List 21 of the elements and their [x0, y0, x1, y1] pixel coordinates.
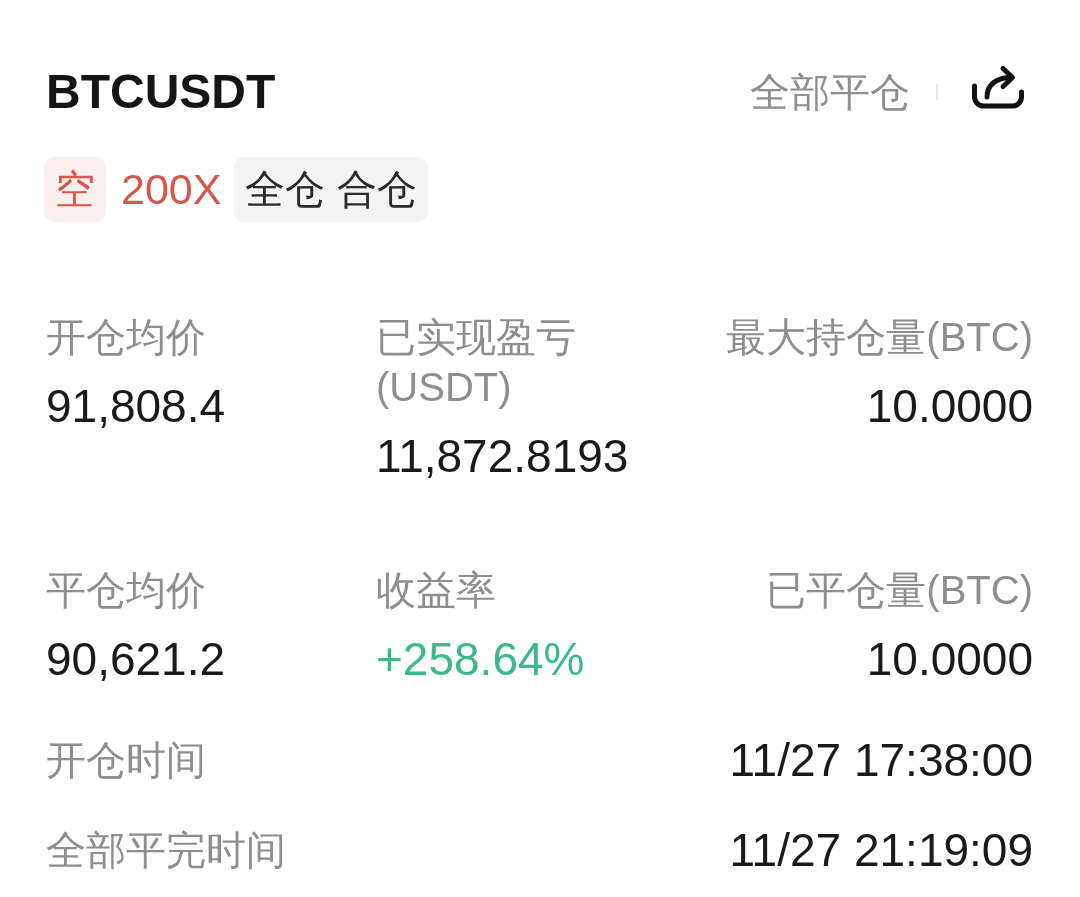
position-side-tag: 空	[44, 157, 106, 222]
stat-value: 11,872.8193	[376, 431, 629, 481]
time-value: 11/27 17:38:00	[729, 735, 1033, 785]
stat-value: 91,808.4	[46, 381, 226, 431]
time-label: 开仓时间	[46, 737, 206, 784]
stat-value: 10.0000	[866, 634, 1033, 684]
time-value: 11/27 21:19:09	[729, 825, 1033, 875]
stat-label: 最大持仓量(BTC)	[726, 314, 1033, 361]
close-all-button[interactable]: 全部平仓	[750, 67, 910, 117]
symbol-title: BTCUSDT	[46, 64, 276, 120]
margin-mode-tag: 全仓 合仓	[234, 157, 428, 222]
time-label: 全部平完时间	[46, 827, 286, 874]
stat-value: 90,621.2	[46, 634, 226, 684]
stat-label: 平仓均价	[46, 567, 206, 614]
stat-label: 已实现盈亏(USDT)	[376, 314, 577, 411]
stat-value: 10.0000	[866, 381, 1033, 431]
stat-label: 已平仓量(BTC)	[766, 567, 1033, 614]
stat-value: +258.64%	[376, 634, 585, 684]
stat-label: 收益率	[376, 567, 496, 614]
leverage-label: 200X	[121, 164, 222, 215]
stat-label: 开仓均价	[46, 314, 206, 361]
